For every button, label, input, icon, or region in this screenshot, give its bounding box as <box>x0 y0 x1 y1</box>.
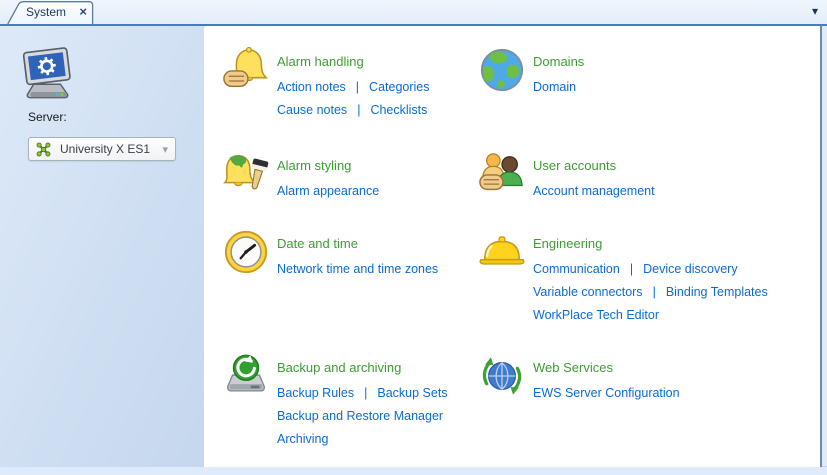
system-settings-page: { "window": { "tab": { "label": "System"… <box>0 0 827 475</box>
section-web-services: Web Services EWS Server Configuration <box>478 352 680 401</box>
section-title: Alarm handling <box>277 54 364 69</box>
link-row: Action notes | Categories <box>277 79 430 95</box>
section-links: Communication | Device discovery Variable c… <box>533 261 768 323</box>
section-user-accounts: User accounts Account management <box>478 150 655 199</box>
section-title: Domains <box>533 54 585 69</box>
link-ews-server-configuration[interactable]: EWS Server Configuration <box>533 386 680 400</box>
link-separator: | <box>652 285 656 299</box>
date-and-time-icon <box>222 228 270 276</box>
link-action-notes[interactable]: Action notes <box>277 80 346 94</box>
tab-overflow-icon[interactable]: ▾ <box>812 4 818 18</box>
link-communication[interactable]: Communication <box>533 262 620 276</box>
section-engineering: Engineering Communication | Device discove… <box>478 228 768 323</box>
link-separator: | <box>355 80 360 94</box>
section-alarm-styling: Alarm styling Alarm appearance <box>222 150 379 199</box>
workstation-icon <box>16 45 78 107</box>
section-title: Date and time <box>277 236 358 251</box>
section-title: Web Services <box>533 360 613 375</box>
section-date-and-time: Date and time Network time and time zone… <box>222 228 438 277</box>
enterprise-server-icon <box>36 142 51 157</box>
link-variable-connectors[interactable]: Variable connectors <box>533 285 643 299</box>
section-title: Engineering <box>533 236 603 251</box>
link-cause-notes[interactable]: Cause notes <box>277 103 347 117</box>
section-backup-and-archiving: Backup and archiving Backup Rules | Backup… <box>222 352 448 447</box>
sidebar: Server: University X ES1 ▾ <box>0 26 204 467</box>
link-row: Domain <box>533 79 584 95</box>
section-links: Network time and time zones <box>277 261 438 277</box>
link-separator: | <box>629 262 634 276</box>
alarm-styling-icon <box>222 150 270 198</box>
link-backup-rules[interactable]: Backup Rules <box>277 386 354 400</box>
section-links: EWS Server Configuration <box>533 385 680 401</box>
link-row: Alarm appearance <box>277 183 379 199</box>
link-archiving[interactable]: Archiving <box>277 432 328 446</box>
link-workplace-tech-editor[interactable]: WorkPlace Tech Editor <box>533 308 659 322</box>
link-alarm-appearance[interactable]: Alarm appearance <box>277 184 379 198</box>
server-label: Server: <box>28 110 67 124</box>
link-row: Communication | Device discovery <box>533 261 768 277</box>
link-separator: | <box>364 386 368 400</box>
link-categories[interactable]: Categories <box>369 80 429 94</box>
backup-and-archiving-icon <box>222 352 270 400</box>
link-backup-and-restore-manager[interactable]: Backup and Restore Manager <box>277 409 443 423</box>
section-domains: Domains Domain <box>478 46 584 95</box>
engineering-icon <box>478 228 526 276</box>
link-device-discovery[interactable]: Device discovery <box>643 262 737 276</box>
link-domain[interactable]: Domain <box>533 80 576 94</box>
section-title: User accounts <box>533 158 617 173</box>
link-row: Backup and Restore Manager <box>277 408 448 424</box>
link-row: Cause notes | Checklists <box>277 102 430 118</box>
link-row: WorkPlace Tech Editor <box>533 307 768 323</box>
tab-system[interactable]: System × <box>7 1 94 24</box>
section-links: Alarm appearance <box>277 183 379 199</box>
content-area: Server: University X ES1 ▾ Alarm handlin… <box>0 26 827 467</box>
section-alarm-handling: Alarm handling Action notes | Categories Ca… <box>222 46 430 118</box>
link-row: Account management <box>533 183 655 199</box>
link-network-time-and-time-zones[interactable]: Network time and time zones <box>277 262 438 276</box>
section-links: Domain <box>533 79 584 95</box>
tab-close-icon[interactable]: × <box>79 4 87 20</box>
link-backup-sets[interactable]: Backup Sets <box>377 386 447 400</box>
link-row: Backup Rules | Backup Sets <box>277 385 448 401</box>
dropdown-arrow-icon[interactable]: ▾ <box>162 143 168 156</box>
tab-label: System <box>26 5 67 19</box>
link-row: Archiving <box>277 431 448 447</box>
section-links: Action notes | Categories Cause notes | Check… <box>277 79 430 118</box>
section-links: Account management <box>533 183 655 199</box>
settings-panel: Alarm handling Action notes | Categories Ca… <box>204 26 822 467</box>
section-title: Backup and archiving <box>277 360 402 375</box>
alarm-handling-icon <box>222 46 270 94</box>
user-accounts-icon <box>478 150 526 198</box>
server-select-value: University X ES1 <box>60 142 151 156</box>
link-row: EWS Server Configuration <box>533 385 680 401</box>
tab-bar: System × ▾ <box>0 0 827 24</box>
link-separator: | <box>357 103 361 117</box>
section-links: Backup Rules | Backup Sets Backup and Resto… <box>277 385 448 447</box>
link-binding-templates[interactable]: Binding Templates <box>666 285 768 299</box>
domains-icon <box>478 46 526 94</box>
server-select[interactable]: University X ES1 ▾ <box>28 137 176 161</box>
section-title: Alarm styling <box>277 158 352 173</box>
link-checklists[interactable]: Checklists <box>370 103 427 117</box>
link-row: Variable connectors | Binding Templates <box>533 284 768 300</box>
link-account-management[interactable]: Account management <box>533 184 655 198</box>
link-row: Network time and time zones <box>277 261 438 277</box>
web-services-icon <box>478 352 526 400</box>
